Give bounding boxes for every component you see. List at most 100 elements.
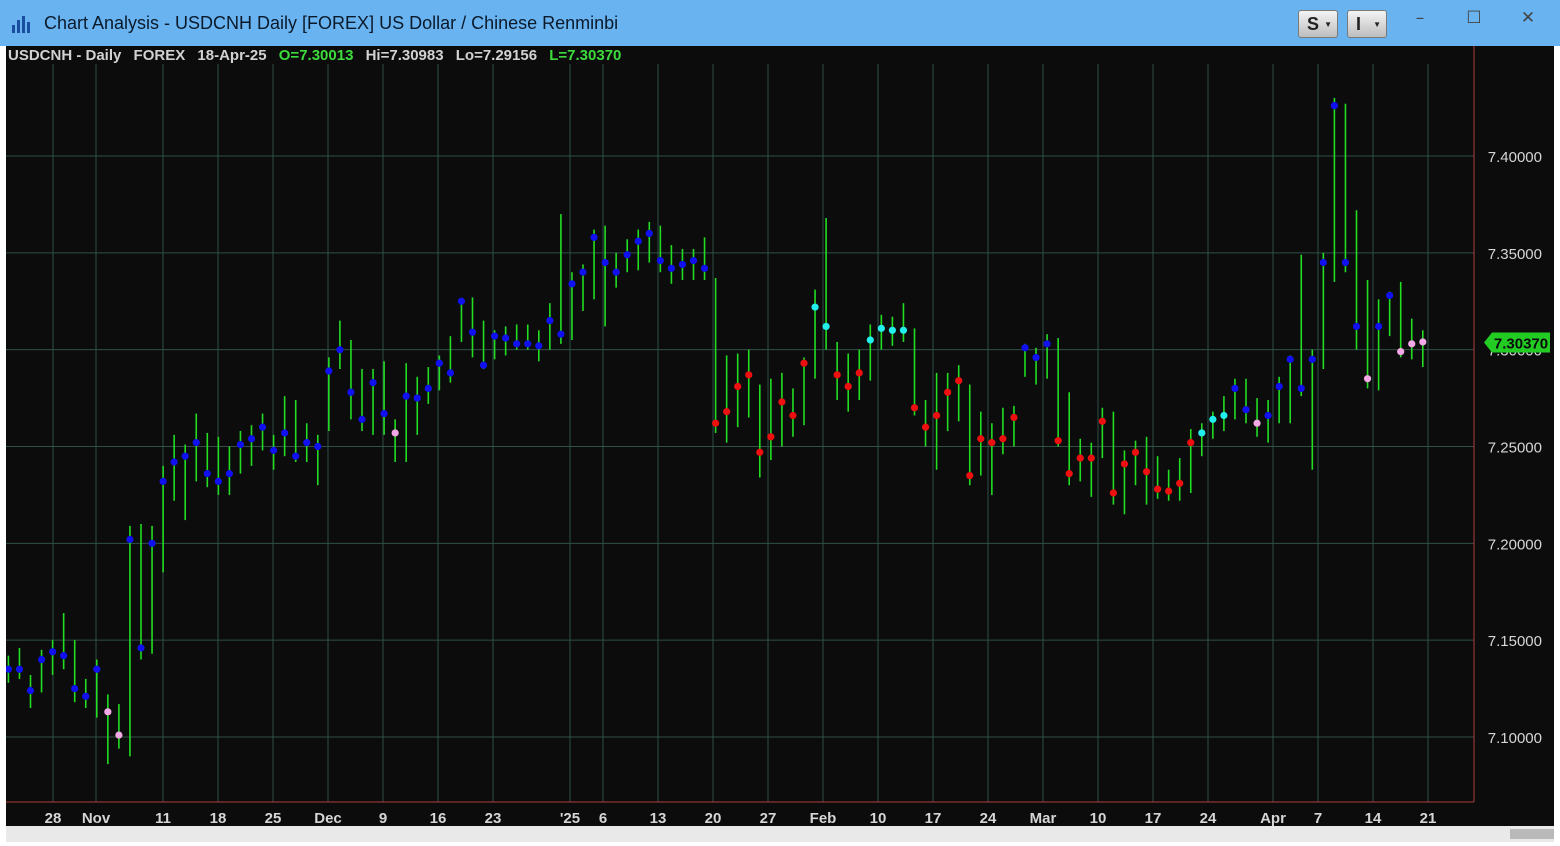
close-dot[interactable]	[667, 264, 676, 272]
close-dot[interactable]	[1087, 454, 1095, 462]
close-button[interactable]: ✕	[1514, 8, 1542, 28]
close-dot[interactable]	[513, 340, 521, 348]
close-dot[interactable]	[579, 268, 587, 276]
close-dot[interactable]	[281, 429, 289, 437]
close-dot[interactable]	[1054, 437, 1062, 445]
close-dot[interactable]	[380, 409, 388, 418]
close-dot[interactable]	[888, 326, 897, 334]
close-dot[interactable]	[535, 342, 543, 350]
close-dot[interactable]	[225, 470, 233, 478]
close-dot[interactable]	[247, 435, 256, 443]
close-dot[interactable]	[866, 336, 874, 344]
i-button[interactable]: I ▼	[1347, 10, 1387, 38]
close-dot[interactable]	[1231, 384, 1239, 392]
close-dot[interactable]	[1352, 322, 1361, 331]
close-dot[interactable]	[1154, 485, 1162, 493]
close-dot[interactable]	[778, 398, 786, 406]
close-dot[interactable]	[612, 268, 620, 276]
close-dot[interactable]	[623, 251, 631, 259]
close-dot[interactable]	[1165, 487, 1173, 495]
close-dot[interactable]	[402, 392, 410, 400]
close-dot[interactable]	[1275, 382, 1283, 391]
close-dot[interactable]	[258, 423, 267, 431]
close-dot[interactable]	[1397, 348, 1405, 356]
close-dot[interactable]	[49, 648, 57, 656]
close-dot[interactable]	[921, 423, 930, 431]
close-dot[interactable]	[115, 731, 123, 739]
close-dot[interactable]	[104, 708, 112, 716]
close-dot[interactable]	[1408, 340, 1416, 348]
close-dot[interactable]	[656, 256, 664, 265]
close-dot[interactable]	[944, 388, 952, 396]
close-dot[interactable]	[933, 411, 941, 420]
close-dot[interactable]	[170, 458, 178, 466]
close-dot[interactable]	[645, 229, 653, 238]
close-dot[interactable]	[601, 258, 609, 267]
close-dot[interactable]	[568, 280, 576, 288]
close-dot[interactable]	[192, 439, 200, 447]
close-dot[interactable]	[314, 442, 322, 451]
close-dot[interactable]	[1043, 340, 1051, 348]
close-dot[interactable]	[159, 477, 167, 485]
close-dot[interactable]	[93, 665, 101, 673]
close-dot[interactable]	[1375, 322, 1383, 331]
close-dot[interactable]	[590, 233, 598, 241]
close-dot[interactable]	[1286, 355, 1294, 363]
close-dot[interactable]	[270, 446, 278, 454]
close-dot[interactable]	[1308, 355, 1316, 363]
close-dot[interactable]	[26, 686, 35, 695]
close-dot[interactable]	[424, 384, 432, 392]
close-dot[interactable]	[1419, 338, 1427, 346]
close-dot[interactable]	[833, 371, 841, 379]
close-dot[interactable]	[236, 440, 245, 449]
close-dot[interactable]	[181, 452, 189, 460]
close-dot[interactable]	[435, 359, 443, 367]
close-dot[interactable]	[546, 317, 554, 325]
close-dot[interactable]	[767, 433, 775, 441]
close-dot[interactable]	[756, 448, 764, 456]
close-dot[interactable]	[910, 404, 919, 412]
close-dot[interactable]	[1021, 344, 1029, 352]
close-dot[interactable]	[1098, 417, 1106, 425]
close-dot[interactable]	[15, 665, 24, 673]
close-dot[interactable]	[524, 340, 532, 348]
close-dot[interactable]	[325, 367, 333, 375]
close-dot[interactable]	[712, 419, 720, 427]
close-dot[interactable]	[977, 435, 985, 443]
close-dot[interactable]	[214, 477, 222, 485]
close-dot[interactable]	[899, 326, 908, 334]
close-dot[interactable]	[1319, 258, 1327, 267]
close-dot[interactable]	[844, 382, 852, 391]
minimize-button[interactable]: –	[1406, 8, 1434, 28]
close-dot[interactable]	[303, 439, 311, 447]
close-dot[interactable]	[822, 322, 830, 331]
close-dot[interactable]	[1264, 411, 1272, 420]
close-dot[interactable]	[491, 332, 499, 340]
close-dot[interactable]	[966, 471, 974, 480]
close-dot[interactable]	[1253, 419, 1261, 427]
close-dot[interactable]	[1386, 291, 1394, 300]
close-dot[interactable]	[734, 382, 742, 391]
close-dot[interactable]	[37, 655, 46, 664]
horizontal-scrollbar[interactable]	[6, 826, 1554, 842]
chart-area[interactable]: 7.100007.150007.200007.250007.300007.350…	[6, 46, 1554, 842]
close-dot[interactable]	[203, 470, 211, 478]
close-dot[interactable]	[1032, 353, 1040, 362]
maximize-button[interactable]: ☐	[1460, 8, 1488, 28]
close-dot[interactable]	[60, 652, 68, 660]
close-dot[interactable]	[446, 369, 454, 377]
close-dot[interactable]	[1187, 439, 1195, 447]
s-button[interactable]: S ▼	[1298, 10, 1338, 38]
close-dot[interactable]	[689, 256, 698, 265]
close-dot[interactable]	[557, 330, 565, 338]
close-dot[interactable]	[1010, 413, 1018, 422]
close-dot[interactable]	[369, 378, 377, 387]
close-dot[interactable]	[999, 435, 1007, 443]
close-dot[interactable]	[148, 539, 156, 547]
close-dot[interactable]	[1330, 102, 1338, 110]
close-dot[interactable]	[502, 334, 510, 342]
close-dot[interactable]	[1142, 468, 1151, 476]
close-dot[interactable]	[811, 303, 819, 311]
close-dot[interactable]	[678, 260, 687, 269]
close-dot[interactable]	[391, 429, 399, 437]
